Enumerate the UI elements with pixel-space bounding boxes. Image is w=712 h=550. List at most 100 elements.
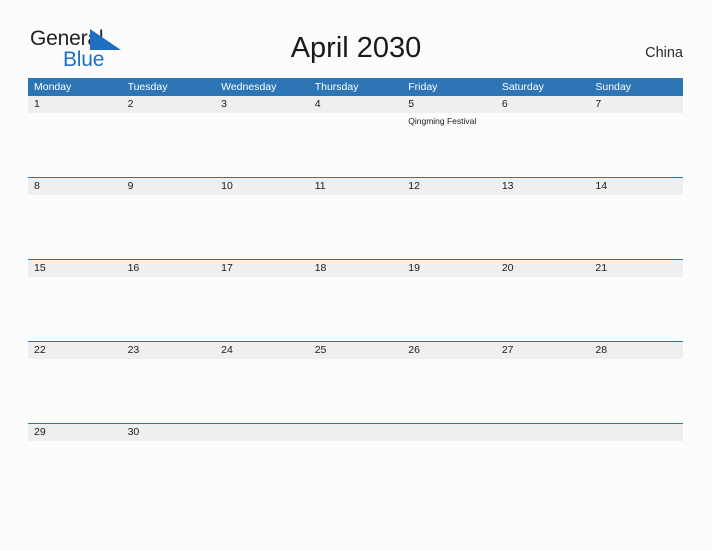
day-number: 5 [408,98,415,110]
event-cell-30[interactable] [122,441,216,504]
day-cell-4[interactable]: 4 [309,96,403,113]
weekday-header-wednesday: Wednesday [221,81,277,93]
day-cell-14[interactable]: 14 [589,178,683,195]
event-cell-5[interactable]: Qingming Festival [402,113,496,176]
event-cell-4[interactable] [309,113,403,176]
event-cell-26[interactable] [402,359,496,422]
weekday-header-friday: Friday [408,81,438,93]
event-cell-12[interactable] [402,195,496,258]
event-cell-25[interactable] [309,359,403,422]
day-number: 26 [408,344,420,356]
day-cell-13[interactable]: 13 [496,178,590,195]
events-band [28,359,683,422]
day-cell-15[interactable]: 15 [28,260,122,277]
event-cell-22[interactable] [28,359,122,422]
day-cell-19[interactable]: 19 [402,260,496,277]
day-cell-2[interactable]: 2 [122,96,216,113]
day-cell-17[interactable]: 17 [215,260,309,277]
day-cell-24[interactable]: 24 [215,342,309,359]
event-cell-17[interactable] [215,277,309,340]
event-label: Qingming Festival [408,116,477,126]
events-band [28,277,683,340]
day-cell-25[interactable]: 25 [309,342,403,359]
event-cell-9[interactable] [122,195,216,258]
day-number: 30 [127,426,140,438]
day-cell-6[interactable]: 6 [496,96,590,113]
day-number: 14 [595,180,608,192]
day-cell-27[interactable]: 27 [496,342,590,359]
day-cell-8[interactable]: 8 [28,178,122,195]
event-cell-29[interactable] [28,441,122,504]
day-cell-empty [496,424,590,441]
day-number: 22 [34,344,46,356]
event-cell-24[interactable] [215,359,309,422]
event-cell-19[interactable] [402,277,496,340]
day-cell-empty [402,424,496,441]
day-cell-empty [215,424,309,441]
day-cell-12[interactable]: 12 [402,178,496,195]
day-cell-5[interactable]: 5 [402,96,496,113]
event-cell-3[interactable] [215,113,309,176]
day-cell-3[interactable]: 3 [215,96,309,113]
event-cell-10[interactable] [215,195,309,258]
event-cell-28[interactable] [589,359,683,422]
week-row: 29 30 [28,423,683,505]
day-cell-empty [589,424,683,441]
week-row: 22 23 24 25 26 27 28 [28,341,683,423]
page-header: General Blue April 2030 China [0,0,712,78]
events-band [28,441,683,504]
event-cell-27[interactable] [496,359,590,422]
day-cell-21[interactable]: 21 [589,260,683,277]
event-cell-7[interactable] [589,113,683,176]
day-cell-16[interactable]: 16 [122,260,216,277]
day-number: 1 [34,98,40,110]
event-cell-11[interactable] [309,195,403,258]
event-cell-23[interactable] [122,359,216,422]
day-number: 19 [408,262,420,274]
event-cell-13[interactable] [496,195,590,258]
day-cell-1[interactable]: 1 [28,96,122,113]
day-cell-23[interactable]: 23 [122,342,216,359]
event-cell-6[interactable] [496,113,590,176]
day-cell-22[interactable]: 22 [28,342,122,359]
event-cell-8[interactable] [28,195,122,258]
date-number-band: 8 9 10 11 12 13 14 [28,178,683,195]
event-cell-14[interactable] [589,195,683,258]
event-cell-empty [215,441,309,504]
day-cell-28[interactable]: 28 [589,342,683,359]
event-cell-21[interactable] [589,277,683,340]
events-band [28,195,683,258]
event-cell-1[interactable] [28,113,122,176]
day-cell-11[interactable]: 11 [309,178,403,195]
day-cell-20[interactable]: 20 [496,260,590,277]
day-cell-9[interactable]: 9 [122,178,216,195]
event-cell-15[interactable] [28,277,122,340]
day-number: 13 [501,180,514,192]
day-cell-30[interactable]: 30 [122,424,216,441]
day-number: 6 [501,98,508,110]
day-number: 2 [127,98,134,110]
day-number: 16 [127,262,140,274]
weekday-header-row: Monday Tuesday Wednesday Thursday Friday Satu… [28,78,683,96]
date-number-band: 29 30 [28,424,683,441]
day-number: 17 [221,262,233,274]
weeks-container: 1 2 3 4 5 6 7 Qingming Festival 8 9 10 11 12 13 14 15 16… [28,96,683,505]
day-cell-26[interactable]: 26 [402,342,496,359]
day-cell-10[interactable]: 10 [215,178,309,195]
event-cell-2[interactable] [122,113,216,176]
event-cell-empty [496,441,590,504]
event-cell-20[interactable] [496,277,590,340]
day-cell-7[interactable]: 7 [589,96,683,113]
event-cell-18[interactable] [309,277,403,340]
day-number: 20 [501,262,514,274]
day-cell-29[interactable]: 29 [28,424,122,441]
week-row: 8 9 10 11 12 13 14 [28,177,683,259]
week-row: 15 16 17 18 19 20 21 [28,259,683,341]
day-number: 21 [595,262,608,274]
date-number-band: 1 2 3 4 5 6 7 [28,96,683,113]
event-cell-empty [402,441,496,504]
page-title: April 2030 [290,32,422,64]
day-number: 12 [408,180,420,192]
day-cell-18[interactable]: 18 [309,260,403,277]
event-cell-16[interactable] [122,277,216,340]
